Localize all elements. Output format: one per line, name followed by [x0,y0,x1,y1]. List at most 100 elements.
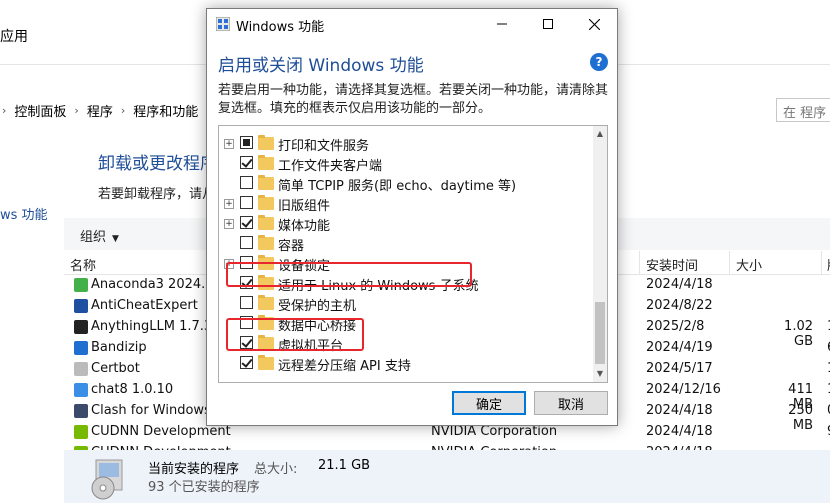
column-header-name[interactable]: 名称 [70,255,96,274]
program-name: AntiCheatExpert [91,298,198,313]
program-installed-date: 2024/4/19 [646,340,713,355]
feature-item[interactable]: + 旧版组件 [219,194,591,214]
dialog-heading: 启用或关闭 Windows 功能 [218,56,424,76]
program-icon [74,320,88,334]
page-title: 卸载或更改程序 [98,154,217,174]
cancel-button[interactable]: 取消 [534,391,608,415]
minimize-button[interactable] [479,9,525,39]
program-installed-date: 2024/8/22 [646,298,713,313]
breadcrumb-programs-features[interactable]: 程序和功能 [133,101,198,120]
program-installed-date: 2025/2/8 [646,319,705,334]
folder-icon [258,355,274,370]
program-name: Certbot [91,361,140,376]
scroll-down-icon[interactable]: ▼ [593,366,607,382]
program-name: AnythingLLM 1.7.3-r [91,319,223,334]
minimize-icon [497,23,507,25]
help-icon[interactable]: ? [590,53,608,71]
feature-item[interactable]: 简单 TCPIP 服务(即 echo、daytime 等) [219,174,591,194]
program-icon [74,341,88,355]
expand-icon[interactable]: + [224,199,234,209]
scrollbar-thumb[interactable] [595,302,605,364]
programs-installer-icon [91,459,123,500]
column-divider[interactable] [729,251,730,274]
breadcrumb-separator-icon: › [74,103,79,117]
feature-checkbox[interactable] [240,236,253,249]
program-installed-date: 2024/4/18 [646,403,713,418]
feature-item[interactable]: + 打印和文件服务 [219,134,591,154]
program-name: Bandizip [91,340,147,355]
feature-label: 媒体功能 [278,219,331,234]
feature-checkbox[interactable] [240,156,253,169]
dialog-description: 若要启用一种功能，请选择其复选框。若要关闭一种功能，请清除其复选框。填充的框表示… [218,83,609,116]
feature-checkbox[interactable] [240,196,253,209]
program-icon [74,299,88,313]
dialog-titlebar[interactable]: Windows 功能 [207,9,617,39]
feature-label: 远程差分压缩 API 支持 [278,359,411,374]
feature-label: 受保护的主机 [278,299,357,314]
column-header-installed[interactable]: 安装时间 [646,255,698,274]
status-size-label: 总大小: [254,462,298,477]
feature-item[interactable]: 受保护的主机 [219,294,591,314]
close-icon [588,18,600,30]
feature-item[interactable]: 工作文件夹客户端 [219,154,591,174]
status-count: 93 个已安装的程序 [148,480,260,495]
windows-features-dialog: Windows 功能 启用或关闭 Windows 功能 ? 若要启用一种功能，请… [206,8,618,426]
scrollbar[interactable]: ▲ ▼ [593,126,607,382]
feature-checkbox[interactable] [240,176,253,189]
program-icon [74,383,88,397]
ok-button[interactable]: 确定 [452,391,526,415]
breadcrumb: › 控制面板 › 程序 › 程序和功能 [0,100,198,120]
expand-icon[interactable]: + [224,219,234,229]
feature-item[interactable]: + 媒体功能 [219,214,591,234]
window-title: 应用 [0,29,28,45]
program-icon [74,425,88,439]
feature-checkbox[interactable] [240,136,253,149]
folder-icon [258,235,274,250]
folder-icon [258,155,274,170]
feature-item[interactable]: 容器 [219,234,591,254]
feature-label: 工作文件夹客户端 [278,159,383,174]
feature-item[interactable]: 远程差分压缩 API 支持 [219,354,591,374]
breadcrumb-separator-icon: › [2,103,7,117]
feature-checkbox[interactable] [240,296,253,309]
close-button[interactable] [571,9,617,39]
feature-label: 简单 TCPIP 服务(即 echo、daytime 等) [278,179,517,194]
program-icon [74,404,88,418]
program-installed-date: 2024/4/18 [646,424,713,439]
program-publisher: NVIDIA Corporation [431,424,558,439]
breadcrumb-programs[interactable]: 程序 [87,101,113,120]
column-header-size[interactable]: 大小 [736,255,762,274]
status-size-value: 21.1 GB [318,458,371,473]
folder-icon [258,295,274,310]
column-divider[interactable] [639,251,640,274]
feature-checkbox[interactable] [240,356,253,369]
folder-icon [258,135,274,150]
organize-button[interactable]: 组织 ▼ [80,226,119,245]
organize-label: 组织 [80,230,107,245]
maximize-button[interactable] [525,9,571,39]
program-name: chat8 1.0.10 [91,382,174,397]
folder-icon [258,175,274,190]
feature-checkbox[interactable] [240,216,253,229]
page-description: 若要卸载程序，请从 [98,187,216,202]
feature-label: 打印和文件服务 [278,139,370,154]
maximize-icon [543,19,553,29]
scroll-up-icon[interactable]: ▲ [593,126,607,142]
chevron-down-icon: ▼ [112,234,119,244]
program-name: CUDNN Development [91,424,231,439]
program-icon [74,362,88,376]
breadcrumb-control-panel[interactable]: 控制面板 [14,101,66,120]
feature-label: 容器 [278,239,305,254]
folder-icon [258,215,274,230]
program-name: Anaconda3 2024.02 [91,277,222,292]
highlight-box-vm-platform [226,318,364,351]
column-divider[interactable] [821,251,822,274]
program-name: Clash for Windows [91,403,211,418]
breadcrumb-separator-icon: › [120,103,126,117]
search-input[interactable]: 在 程序 [776,98,830,122]
sidebar-link-windows-features[interactable]: ws 功能 [0,204,48,223]
program-icon [74,278,88,292]
folder-icon [258,195,274,210]
status-title: 当前安装的程序 [148,462,240,477]
expand-icon[interactable]: + [224,139,234,149]
